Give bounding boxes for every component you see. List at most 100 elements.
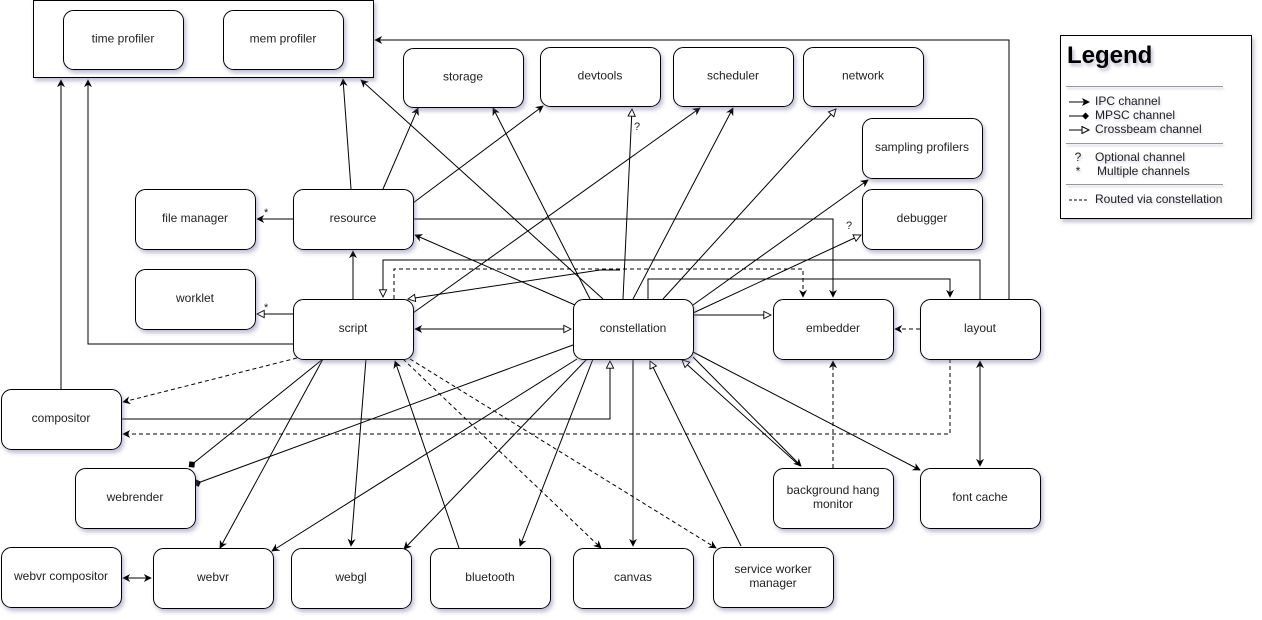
node-label: background hang bbox=[787, 483, 880, 497]
node-label: worklet bbox=[175, 291, 215, 305]
edge-bluetooth-to-script bbox=[393, 360, 460, 549]
node-label: webgl bbox=[334, 570, 366, 584]
node-label: sampling profilers bbox=[875, 140, 969, 154]
edge-script-to-compositor bbox=[122, 357, 298, 405]
edge-resource-to-embedder bbox=[413, 218, 837, 298]
legend-item-crossbeam: Crossbeam channel bbox=[1069, 122, 1202, 136]
edge-script-to-webrender bbox=[188, 358, 324, 468]
optional-channel-mark: ? bbox=[846, 220, 852, 232]
legend-divider bbox=[1066, 184, 1223, 185]
asterisk-icon: * bbox=[1075, 164, 1081, 178]
multiple-channels-mark: * bbox=[264, 207, 269, 219]
node-webrender: webrender bbox=[75, 468, 196, 529]
node-scheduler: scheduler bbox=[673, 47, 794, 107]
node-label: debugger bbox=[897, 211, 948, 225]
edge-constellation-to-webgl bbox=[403, 358, 588, 550]
legend-item-ipc: IPC channel bbox=[1069, 94, 1160, 108]
node-network: network bbox=[803, 47, 924, 107]
ipc-arrow-icon bbox=[1069, 94, 1095, 108]
edge-constellation-to-layout bbox=[647, 278, 954, 299]
node-font-cache: font cache bbox=[920, 468, 1041, 529]
edge-resource-to-devtools bbox=[412, 105, 544, 204]
node-label: constellation bbox=[600, 321, 667, 335]
multiple-channels-mark: * bbox=[264, 302, 269, 314]
node-label: bluetooth bbox=[465, 570, 514, 584]
optional-channel-mark: ? bbox=[634, 121, 640, 133]
node-sampling-profilers: sampling profilers bbox=[862, 118, 983, 179]
node-label: file manager bbox=[162, 211, 228, 225]
dashed-line-icon bbox=[1069, 192, 1095, 206]
node-label: resource bbox=[330, 211, 377, 225]
legend-item-multiple: * Multiple channels bbox=[1069, 164, 1190, 178]
node-label: monitor bbox=[813, 497, 853, 511]
mpsc-arrow-icon bbox=[1069, 108, 1095, 122]
edge-constellation-to-font-cache bbox=[692, 351, 921, 471]
node-label: time profiler bbox=[92, 32, 155, 46]
node-layout: layout bbox=[920, 299, 1041, 360]
node-label: service worker bbox=[734, 562, 811, 576]
edge-script-to-webvr bbox=[219, 358, 324, 549]
legend-label: MPSC channel bbox=[1095, 108, 1176, 122]
edge-constellation-to-background-hang-monitor bbox=[692, 356, 802, 467]
edge-resource-to-mem-profiler bbox=[339, 78, 352, 190]
legend-title: Legend bbox=[1067, 42, 1153, 69]
node-webvr-compositor: webvr compositor bbox=[1, 547, 122, 608]
node-label: canvas bbox=[614, 570, 652, 584]
legend-label: Optional channel bbox=[1095, 150, 1186, 164]
node-compositor: compositor bbox=[1, 389, 122, 450]
node-label: webvr bbox=[196, 570, 229, 584]
node-constellation: constellation bbox=[573, 299, 694, 360]
legend-label: Routed via constellation bbox=[1095, 192, 1223, 206]
legend-divider bbox=[1066, 143, 1223, 144]
node-label: script bbox=[339, 321, 368, 335]
node-embedder: embedder bbox=[773, 299, 894, 360]
node-label: font cache bbox=[952, 490, 1008, 504]
legend-label: Crossbeam channel bbox=[1095, 122, 1202, 136]
edge-constellation-to-sampling-profilers bbox=[692, 179, 869, 306]
node-worklet: worklet bbox=[135, 269, 256, 330]
node-label: mem profiler bbox=[250, 32, 317, 46]
edge-constellation-to-bluetooth bbox=[518, 358, 594, 547]
node-file-manager: file manager bbox=[135, 189, 256, 250]
node-background-hang-monitor: background hangmonitor bbox=[773, 468, 894, 529]
edge-script-to-service-worker-manager bbox=[409, 358, 717, 549]
node-debugger: debugger bbox=[862, 189, 983, 250]
node-label: webvr compositor bbox=[13, 569, 108, 583]
node-storage: storage bbox=[403, 48, 524, 108]
node-mem-profiler: mem profiler bbox=[223, 10, 344, 70]
node-bluetooth: bluetooth bbox=[430, 548, 551, 609]
node-canvas: canvas bbox=[573, 548, 694, 609]
node-script: script bbox=[293, 299, 414, 360]
crossbeam-arrow-icon bbox=[1069, 122, 1095, 136]
legend-item-mpsc: MPSC channel bbox=[1069, 108, 1175, 122]
node-resource: resource bbox=[293, 189, 414, 250]
node-label: network bbox=[842, 69, 885, 83]
edge-constellation-to-network bbox=[662, 109, 836, 300]
edge-constellation-to-webvr bbox=[271, 358, 578, 552]
node-label: compositor bbox=[32, 411, 91, 425]
question-mark-icon: ? bbox=[1074, 150, 1082, 164]
node-label: layout bbox=[964, 321, 997, 335]
node-label: webrender bbox=[106, 490, 164, 504]
edge-constellation-to-scheduler bbox=[632, 107, 734, 300]
legend-item-routed: Routed via constellation bbox=[1069, 192, 1222, 206]
legend-label: Multiple channels bbox=[1097, 164, 1190, 178]
edge-constellation-to-storage bbox=[492, 107, 591, 300]
edge-constellation-to-webrender bbox=[193, 344, 574, 487]
node-label: embedder bbox=[806, 321, 860, 335]
node-service-worker-manager: service workermanager bbox=[713, 547, 834, 608]
node-time-profiler: time profiler bbox=[63, 10, 184, 70]
nodes-layer: time profiler mem profiler storage devtools… bbox=[1, 0, 1041, 609]
edge-script-to-devtools bbox=[412, 107, 701, 314]
edge-service-worker-manager-to-constellation bbox=[650, 361, 742, 547]
node-label: manager bbox=[749, 576, 796, 590]
node-devtools: devtools bbox=[540, 47, 661, 107]
legend: Legend IPC channel MPSC channel Crossbea… bbox=[1060, 35, 1252, 219]
edge-script-to-webgl bbox=[347, 358, 367, 547]
node-label: devtools bbox=[578, 69, 623, 83]
edge-background-hang-monitor-to-constellation bbox=[682, 360, 801, 467]
node-label: scheduler bbox=[707, 69, 759, 83]
legend-label: IPC channel bbox=[1095, 94, 1161, 108]
legend-item-optional: ? Optional channel bbox=[1069, 150, 1185, 164]
node-webvr: webvr bbox=[153, 548, 274, 609]
